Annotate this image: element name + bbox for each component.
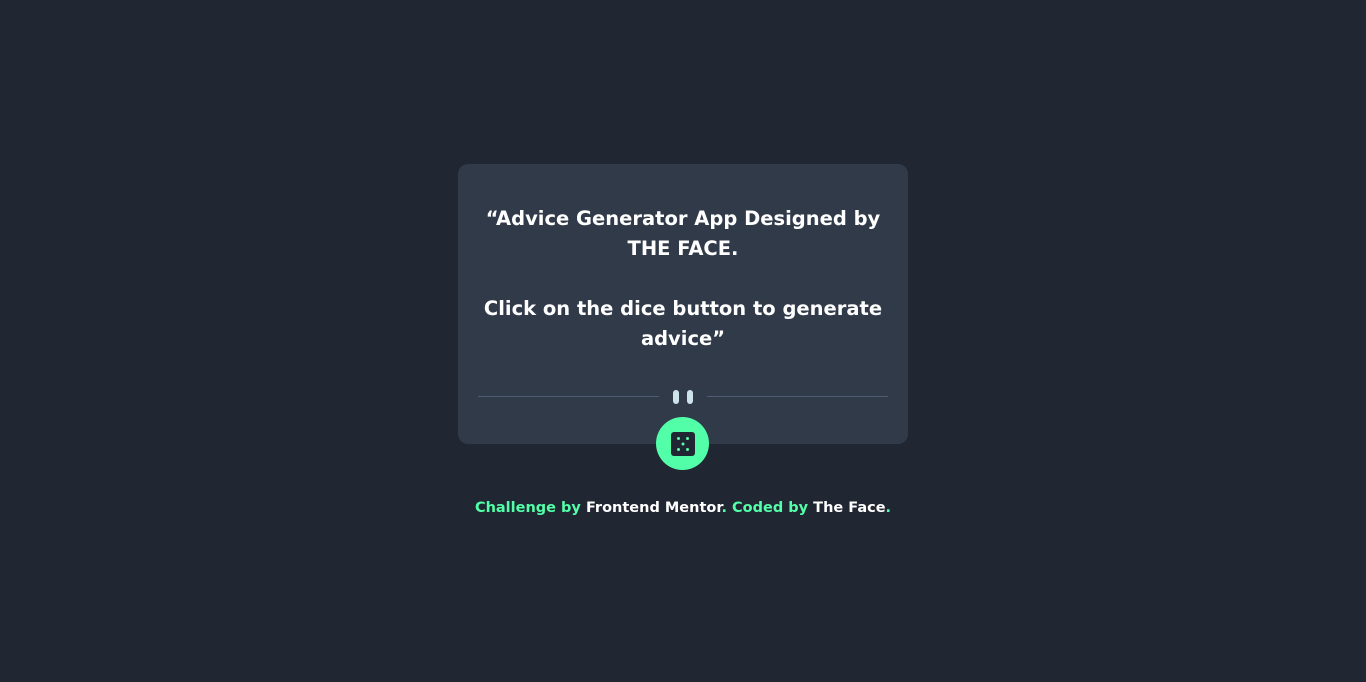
advice-card: “Advice Generator App Designed by THE FA… [458, 164, 908, 444]
attribution: Challenge by Frontend Mentor. Coded by T… [0, 498, 1366, 518]
advice-line-2: Click on the dice button to generate adv… [483, 297, 883, 350]
divider-line-left [478, 396, 659, 397]
dice-icon [670, 431, 695, 456]
pattern-divider [478, 388, 888, 406]
dice-button[interactable] [656, 417, 709, 470]
author-link[interactable]: The Face [813, 500, 885, 516]
coded-prefix: Coded by [732, 500, 809, 516]
attribution-separator: . [721, 500, 727, 516]
frontend-mentor-link[interactable]: Frontend Mentor [586, 500, 722, 516]
divider-line-right [707, 396, 888, 397]
challenge-prefix: Challenge by [474, 500, 581, 516]
pause-icon [673, 390, 693, 404]
attribution-end: . [885, 500, 892, 516]
advice-line-1: “Advice Generator App Designed by THE FA… [485, 207, 881, 260]
advice-quote: “Advice Generator App Designed by THE FA… [478, 204, 888, 354]
